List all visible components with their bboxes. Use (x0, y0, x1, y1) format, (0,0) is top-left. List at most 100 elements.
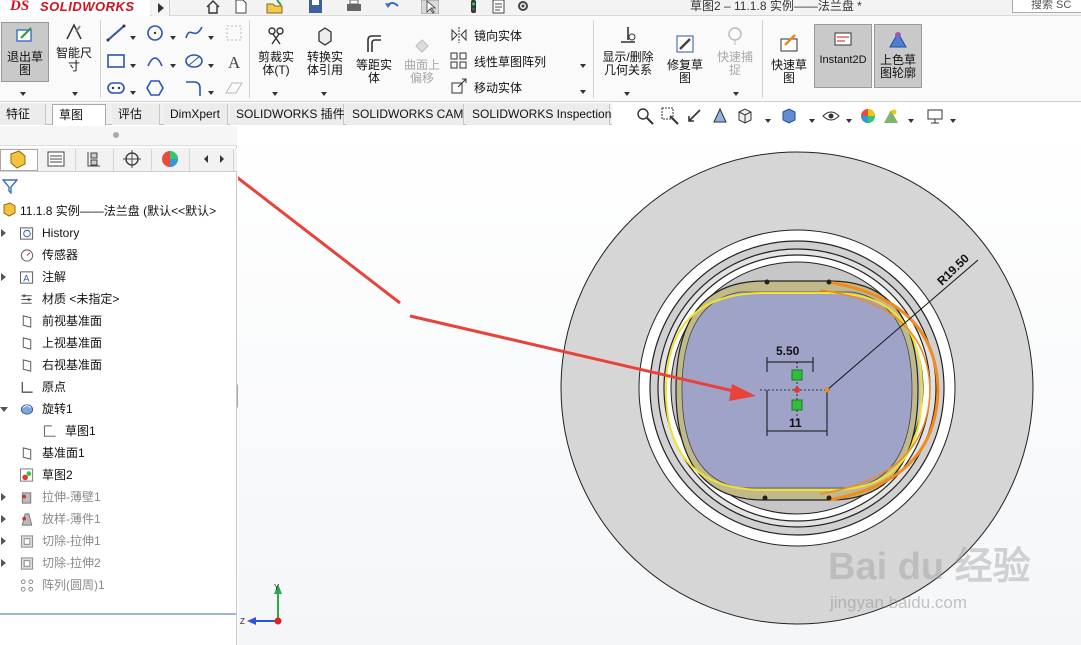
relation-marker[interactable] (791, 369, 803, 381)
tab-solidworks-addins[interactable]: SOLIDWORKS 插件 (230, 104, 345, 125)
more-tabs-arrows[interactable] (196, 149, 234, 171)
shaded-sketch-contours-button[interactable]: 上色草图轮廓 (874, 24, 922, 88)
fillet-icon[interactable] (184, 79, 204, 97)
view-settings-icon[interactable] (926, 107, 944, 125)
sketch-endpoint[interactable] (826, 495, 832, 501)
rectangle-icon[interactable] (106, 52, 126, 70)
tab-dimxpert[interactable]: DimXpert (164, 104, 228, 125)
quick-snaps-button[interactable]: 快速捕捉 (712, 26, 758, 77)
rapid-sketch-button[interactable]: 快速草图 (766, 34, 812, 85)
convert-dropdown-icon[interactable] (321, 86, 327, 100)
linear-pattern-button[interactable]: 线性草图阵列 (474, 53, 546, 70)
offset-on-surface-button[interactable]: 曲面上偏移 (400, 34, 444, 85)
top-dimension-value[interactable]: 5.50 (776, 344, 800, 358)
display-style-icon[interactable] (780, 107, 798, 125)
offset-entities-button[interactable]: 等距实体 (351, 34, 397, 85)
zoom-to-fit-icon[interactable] (636, 107, 654, 125)
circle-icon[interactable] (145, 24, 165, 42)
feature-manager-tab[interactable] (0, 149, 38, 171)
configuration-manager-tab[interactable] (76, 149, 114, 171)
view-orientation-dropdown-icon[interactable] (765, 113, 771, 127)
expand-arrow-icon[interactable] (1, 229, 6, 237)
rollback-bar[interactable] (0, 613, 236, 615)
quick-snaps-dropdown-icon[interactable] (733, 86, 739, 100)
graphics-area[interactable]: R19.50 5.50 11 Y Z Bai du 经验 jingyan.bai… (238, 130, 1081, 645)
relation-marker[interactable] (791, 399, 803, 411)
print-icon[interactable] (345, 0, 363, 14)
view-settings-dropdown-icon[interactable] (950, 113, 956, 127)
smart-dimension-dropdown-icon[interactable] (72, 86, 78, 100)
tab-sketch[interactable]: 草图 (52, 104, 106, 125)
move-dropdown-icon[interactable] (580, 84, 586, 98)
slot-dropdown-icon[interactable] (130, 85, 136, 99)
smart-dimension-button[interactable]: 智能尺寸 (52, 22, 96, 73)
plane-sketch-icon[interactable] (224, 79, 244, 97)
fillet-dropdown-icon[interactable] (208, 85, 214, 99)
display-style-dropdown-icon[interactable] (809, 113, 815, 127)
bottom-dimension-value[interactable]: 11 (789, 416, 802, 430)
hide-show-dropdown-icon[interactable] (846, 113, 852, 127)
move-entities-button[interactable]: 移动实体 (474, 79, 522, 96)
trim-entities-button[interactable]: 剪裁实体(T) (253, 26, 299, 77)
search-input[interactable]: 搜索 SC (1012, 0, 1081, 13)
section-view-icon[interactable] (711, 107, 729, 125)
edit-appearance-icon[interactable] (859, 107, 877, 125)
apply-scene-icon[interactable] (882, 107, 900, 125)
collapse-arrow-icon[interactable] (0, 407, 8, 412)
line-icon[interactable] (106, 24, 126, 42)
linear-pattern-dropdown-icon[interactable] (580, 58, 586, 72)
mirror-entities-button[interactable]: 镜向实体 (474, 27, 522, 44)
repair-sketch-button[interactable]: 修复草图 (662, 34, 708, 85)
expand-arrow-icon[interactable] (1, 273, 6, 281)
options-gear-icon[interactable] (514, 0, 532, 14)
relations-dropdown-icon[interactable] (624, 86, 630, 100)
spline-icon[interactable] (184, 24, 204, 42)
scene-dropdown-icon[interactable] (908, 113, 914, 127)
save-icon[interactable] (307, 0, 325, 14)
expand-arrow-icon[interactable] (1, 559, 6, 567)
solidworks-logo[interactable]: DS SOLIDWORKS (0, 0, 150, 16)
expand-arrow-icon[interactable] (1, 537, 6, 545)
file-properties-icon[interactable] (490, 0, 508, 14)
circle-dropdown-icon[interactable] (170, 30, 176, 44)
home-icon[interactable] (204, 0, 222, 14)
expand-arrow-icon[interactable] (1, 515, 6, 523)
sketch-endpoint[interactable] (826, 279, 832, 285)
menu-expand-arrow-icon[interactable] (152, 0, 170, 16)
text-icon[interactable]: A (224, 52, 244, 70)
undo-icon[interactable] (383, 0, 401, 14)
open-document-icon[interactable] (266, 0, 284, 14)
expand-arrow-icon[interactable] (1, 493, 6, 501)
tab-solidworks-cam[interactable]: SOLIDWORKS CAM (346, 104, 464, 125)
hide-show-items-icon[interactable] (822, 107, 840, 125)
previous-view-icon[interactable] (686, 107, 704, 125)
trim-dropdown-icon[interactable] (272, 86, 278, 100)
arc-center-point[interactable] (824, 387, 830, 393)
arc-dropdown-icon[interactable] (170, 58, 176, 72)
filter-icon[interactable] (2, 178, 18, 194)
tab-evaluate[interactable]: 评估 (112, 104, 160, 125)
sketch-endpoint[interactable] (764, 279, 770, 285)
instant2d-button[interactable]: Instant2D (814, 24, 872, 88)
new-document-icon[interactable] (232, 0, 250, 14)
ellipse-dropdown-icon[interactable] (208, 58, 214, 72)
exit-sketch-button[interactable]: 退出草图 (1, 22, 49, 82)
arc-icon[interactable] (145, 52, 165, 70)
select-cursor-icon[interactable] (421, 0, 439, 14)
exit-sketch-dropdown-icon[interactable] (20, 86, 26, 100)
view-orientation-icon[interactable] (736, 107, 754, 125)
point-icon[interactable] (224, 24, 244, 42)
line-dropdown-icon[interactable] (130, 30, 136, 44)
slot-icon[interactable] (106, 79, 126, 97)
rebuild-icon[interactable] (465, 0, 483, 14)
display-relations-button[interactable]: 显示/删除几何关系 (598, 26, 658, 77)
display-manager-tab[interactable] (152, 149, 190, 171)
origin-point[interactable] (794, 387, 800, 393)
spline-dropdown-icon[interactable] (208, 30, 214, 44)
tab-features[interactable]: 特征 (0, 104, 46, 125)
convert-entities-button[interactable]: 转换实体引用 (302, 26, 348, 77)
tab-solidworks-inspection[interactable]: SOLIDWORKS Inspection (466, 104, 611, 125)
rectangle-dropdown-icon[interactable] (130, 58, 136, 72)
polygon-icon[interactable] (145, 79, 165, 97)
property-manager-tab[interactable] (38, 149, 76, 171)
